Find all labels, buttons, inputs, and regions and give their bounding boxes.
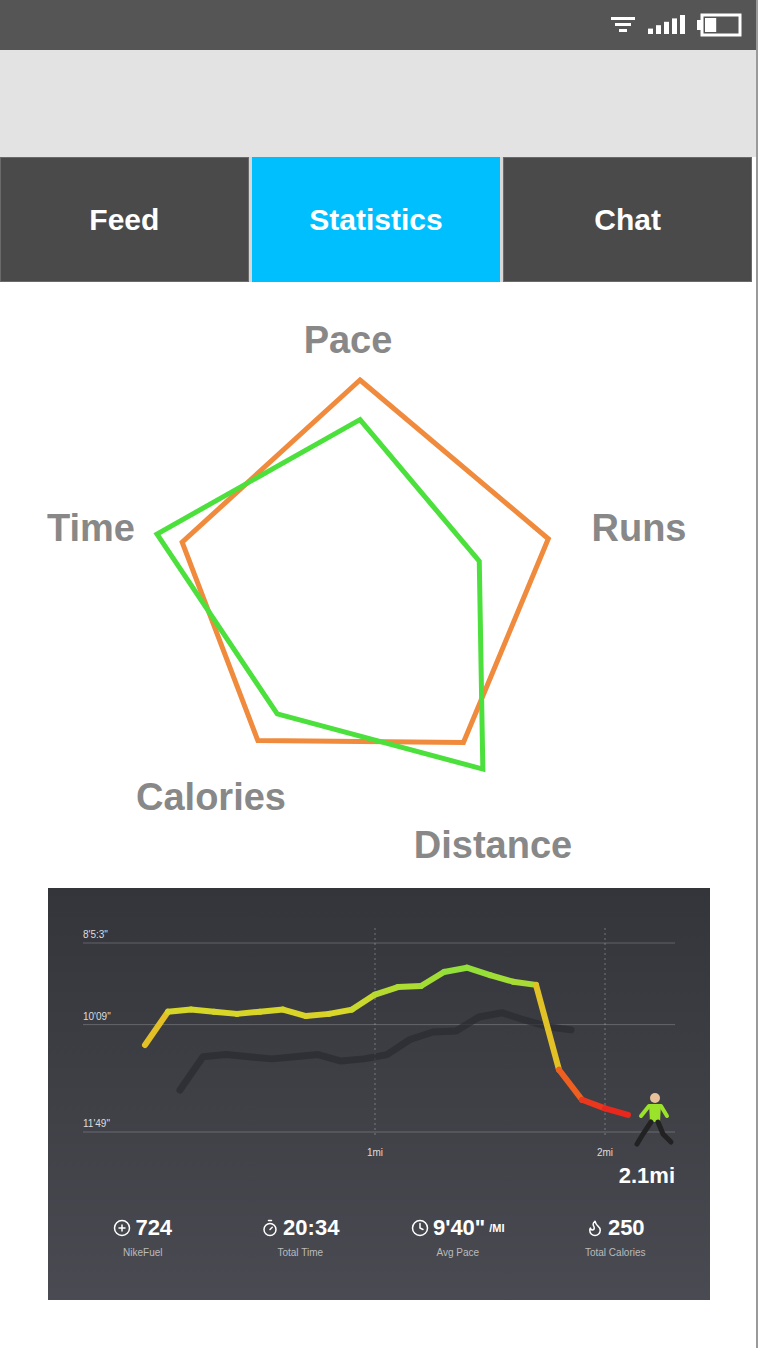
pace-segment <box>467 968 490 976</box>
pace-segment <box>145 1012 168 1045</box>
pace-segment <box>536 985 559 1070</box>
stat-icon <box>411 1219 429 1237</box>
pace-segment <box>444 968 467 972</box>
radar-series <box>182 380 548 742</box>
pace-segment <box>605 1108 628 1114</box>
y-tick: 8'5:3" <box>83 929 108 940</box>
app: FeedStatisticsChat Pace Runs Distance Calori… <box>0 0 758 1348</box>
signal-icon <box>646 14 686 36</box>
tab[interactable]: Statistics <box>252 157 501 282</box>
y-tick: 11'49" <box>83 1118 110 1129</box>
runner-icon <box>637 1093 671 1144</box>
pace-segment <box>559 1070 582 1100</box>
tab[interactable]: Chat <box>503 157 752 282</box>
network-icon <box>610 14 636 36</box>
distance-label: 2.1mi <box>619 1163 675 1188</box>
stat-icon <box>261 1219 279 1237</box>
pace-segment <box>513 982 536 985</box>
radar-series <box>157 420 483 769</box>
pace-segment <box>398 986 421 987</box>
battery-icon <box>696 13 742 37</box>
pace-segment <box>283 1010 306 1016</box>
pace-segment <box>260 1010 283 1012</box>
axis-label: Time <box>47 507 135 549</box>
pace-chart: 8'5:3" 10'09" 11'49" 1mi 2mi 2.1mi <box>48 888 710 1193</box>
stat-icon <box>586 1219 604 1237</box>
header-bar <box>0 50 756 157</box>
pace-segment <box>375 987 398 995</box>
y-tick: 10'09" <box>83 1011 111 1022</box>
axis-label: Pace <box>304 319 393 361</box>
radar-chart: Pace Runs Distance Calories Time <box>0 282 758 870</box>
run-summary-card: 8'5:3" 10'09" 11'49" 1mi 2mi 2.1mi 724NikeFuel… <box>48 888 710 1300</box>
pace-shadow <box>180 1013 571 1090</box>
stat: 724NikeFuel <box>64 1215 222 1260</box>
stat: 20:34Total Time <box>222 1215 380 1260</box>
tab-bar: FeedStatisticsChat <box>0 157 752 282</box>
axis-label: Distance <box>414 824 572 866</box>
pace-segment <box>168 1010 191 1012</box>
x-tick: 2mi <box>597 1147 613 1158</box>
pace-segment <box>214 1012 237 1014</box>
status-bar <box>0 0 756 50</box>
pace-segment <box>306 1014 329 1016</box>
pace-segment <box>421 972 444 986</box>
x-tick: 1mi <box>367 1147 383 1158</box>
pace-segment <box>329 1010 352 1014</box>
pace-segment <box>191 1010 214 1012</box>
pace-segment <box>237 1012 260 1014</box>
stats-row: 724NikeFuel20:34Total Time9'40"/MIAvg Pa… <box>48 1193 710 1284</box>
pace-segment <box>490 975 513 981</box>
tab[interactable]: Feed <box>0 157 249 282</box>
pace-segment <box>582 1100 605 1109</box>
stat-icon <box>113 1219 131 1237</box>
pace-segment <box>352 995 375 1010</box>
stat: 9'40"/MIAvg Pace <box>379 1215 537 1260</box>
axis-label: Calories <box>136 776 286 818</box>
stat: 250Total Calories <box>537 1215 695 1260</box>
axis-label: Runs <box>592 507 687 549</box>
